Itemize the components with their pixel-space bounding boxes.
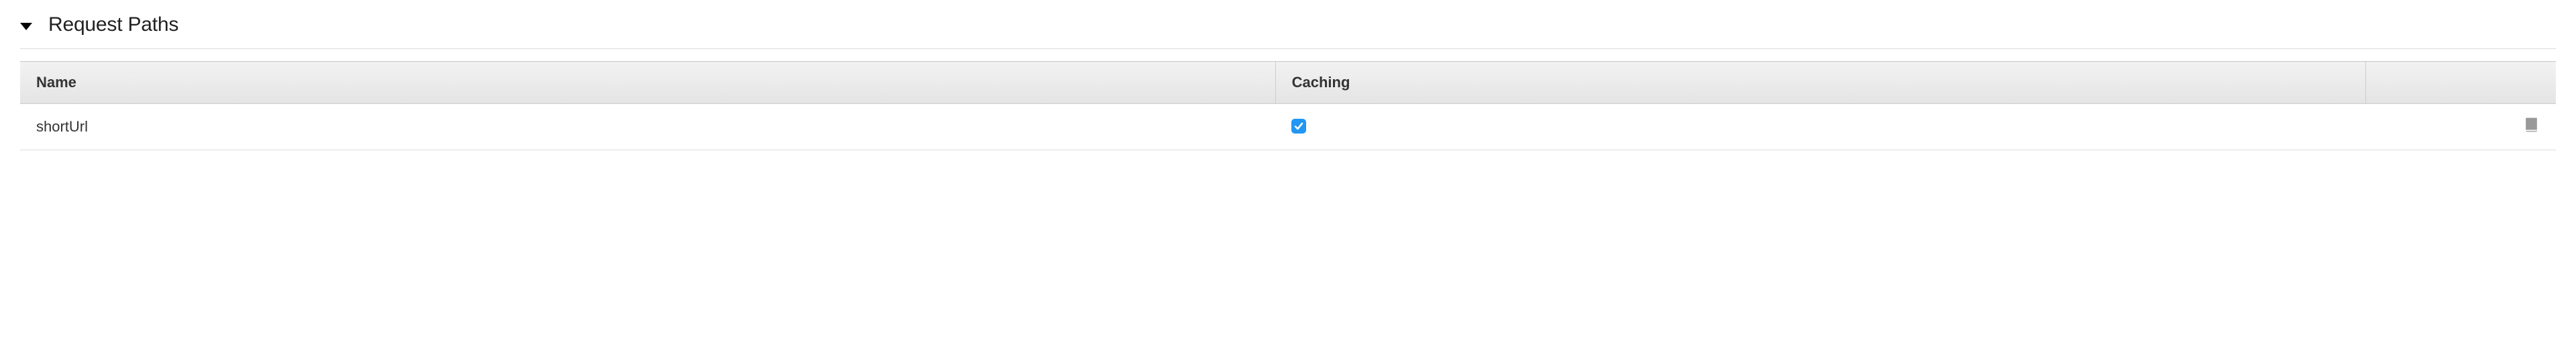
book-icon[interactable]: [2523, 116, 2540, 134]
column-header-name[interactable]: Name: [20, 62, 1275, 104]
table-header-row: Name Caching: [20, 62, 2556, 104]
column-header-actions: [2365, 62, 2556, 104]
caret-down-icon: [20, 23, 32, 30]
cell-actions: [2365, 104, 2556, 150]
caching-checkbox[interactable]: [1291, 119, 1306, 134]
column-header-caching[interactable]: Caching: [1275, 62, 2365, 104]
cell-caching: [1275, 104, 2365, 150]
cell-name: shortUrl: [20, 104, 1275, 150]
section-title: Request Paths: [48, 13, 178, 36]
table-row: shortUrl: [20, 104, 2556, 150]
section-header[interactable]: Request Paths: [20, 13, 2556, 49]
check-icon: [1293, 121, 1304, 132]
request-paths-table: Name Caching shortUrl: [20, 61, 2556, 150]
